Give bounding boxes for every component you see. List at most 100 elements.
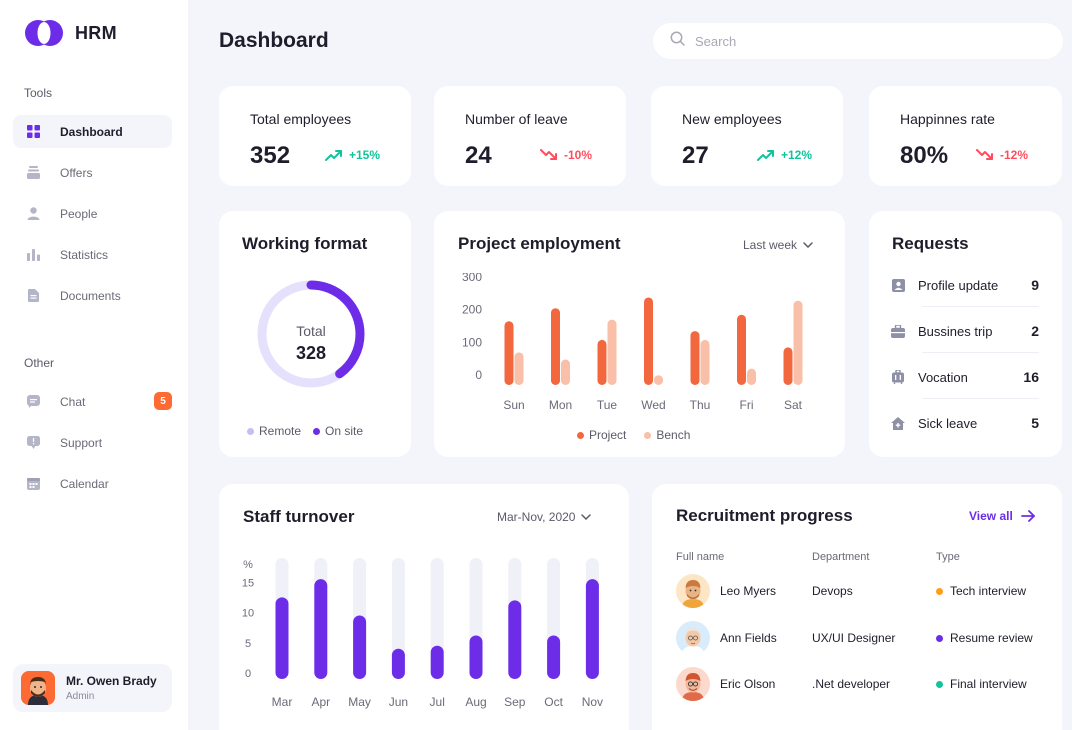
request-row-sick-leave[interactable]: Sick leave 5 — [891, 400, 1039, 446]
kpi-value: 24 — [465, 142, 492, 169]
search-input[interactable] — [695, 33, 1035, 49]
candidate-type-label: Tech interview — [950, 584, 1027, 598]
chevron-down-icon — [803, 242, 813, 248]
request-row-vocation[interactable]: Vocation 16 — [891, 354, 1039, 400]
trend-down-icon — [976, 149, 993, 160]
kpi-value: 80% — [900, 142, 949, 169]
layers-icon — [26, 166, 40, 180]
user-icon — [26, 207, 40, 221]
kpi-label: Happinnes rate — [900, 111, 995, 127]
briefcase-icon — [891, 324, 905, 338]
legend-item-project: Project — [577, 428, 626, 442]
donut-total: 328 — [296, 343, 326, 363]
user-name: Mr. Owen Brady — [66, 674, 157, 688]
kpi-delta: +15% — [325, 148, 380, 162]
search-bar[interactable] — [653, 23, 1063, 59]
requests-card: Requests Profile update 9 Bussines trip … — [869, 211, 1062, 457]
status-dot — [936, 587, 943, 595]
view-all-link[interactable]: View all — [969, 509, 1036, 523]
request-row-profile-update[interactable]: Profile update 9 — [891, 262, 1039, 308]
bar-oct — [547, 635, 561, 679]
id-card-icon — [891, 278, 905, 292]
legend-label: Remote — [259, 424, 302, 438]
project-employment-chart: 0 100 200 300 Sun Mon Tue Wed Thu Fri Sat — [462, 273, 803, 412]
table-row[interactable]: Leo Myers Devops Tech interview — [676, 574, 1046, 608]
y-tick-label: 300 — [462, 273, 482, 284]
y-tick-label: 0 — [475, 368, 482, 382]
kpi-value: 352 — [250, 142, 291, 169]
kpi-label: Number of leave — [465, 111, 568, 127]
kpi-delta: +12% — [757, 148, 812, 162]
project-employment-legend: Project Bench — [577, 428, 690, 442]
search-icon — [670, 31, 685, 51]
x-tick-label: Oct — [544, 695, 563, 709]
working-format-legend: Remote On site — [247, 424, 363, 438]
legend-dot — [313, 427, 321, 435]
period-dropdown-label: Mar-Nov, 2020 — [497, 510, 576, 524]
chat-unread-badge: 5 — [154, 392, 172, 410]
request-label: Profile update — [918, 277, 999, 293]
hrm-logo-icon — [23, 18, 65, 48]
staff-turnover-chart: % 0 5 10 15 Mar Apr May Jun Jul Aug Sep Oct Nov — [242, 558, 603, 709]
other-section-label: Other — [24, 356, 55, 370]
trend-up-icon — [325, 150, 342, 161]
candidate-type-label: Resume review — [950, 631, 1033, 645]
sidebar-item-documents[interactable]: Documents — [13, 279, 172, 312]
bar-bench-fri — [747, 368, 756, 385]
request-count: 9 — [1031, 277, 1039, 293]
candidate-type: Tech interview — [936, 584, 1026, 598]
table-row[interactable]: Eric Olson .Net developer Final intervie… — [676, 667, 1046, 701]
legend-item-remote: Remote — [247, 424, 301, 438]
bar-apr — [314, 579, 328, 679]
sidebar-item-statistics[interactable]: Statistics — [13, 238, 172, 271]
calendar-icon — [26, 477, 40, 491]
view-all-label: View all — [969, 509, 1013, 523]
bar-bench-mon — [561, 359, 570, 385]
x-tick-label: Mar — [272, 695, 293, 709]
card-title: Working format — [242, 234, 368, 253]
sidebar-item-dashboard[interactable]: Dashboard — [13, 115, 172, 148]
avatar — [676, 621, 710, 655]
bar-may — [353, 615, 367, 679]
legend-label: Bench — [656, 428, 691, 442]
sidebar-item-people[interactable]: People — [13, 197, 172, 230]
bar-project-wed — [644, 297, 653, 385]
sidebar-item-calendar[interactable]: Calendar — [13, 467, 172, 500]
home-icon — [891, 416, 905, 430]
x-tick-label: Sat — [784, 398, 803, 412]
y-tick-label: 15 — [242, 577, 254, 589]
bar-project-thu — [690, 331, 700, 385]
kpi-delta: -12% — [976, 148, 1028, 162]
bar-chart-icon — [26, 248, 40, 262]
sidebar-item-label: Offers — [60, 165, 93, 180]
request-label: Sick leave — [918, 415, 978, 431]
request-row-business-trip[interactable]: Bussines trip 2 — [891, 308, 1039, 354]
sidebar-item-label: Chat — [60, 394, 86, 409]
request-count: 5 — [1031, 415, 1039, 431]
period-dropdown[interactable]: Last week — [743, 238, 813, 252]
bar-nov — [585, 579, 599, 679]
table-row[interactable]: Ann Fields UX/UI Designer Resume review — [676, 621, 1046, 655]
kpi-delta-text: -12% — [1000, 148, 1029, 162]
kpi-value: 27 — [682, 142, 709, 169]
kpi-delta-text: +12% — [781, 148, 813, 162]
sidebar-item-support[interactable]: Support — [13, 426, 172, 459]
bar-project-fri — [737, 314, 746, 385]
period-dropdown[interactable]: Mar-Nov, 2020 — [497, 510, 592, 524]
candidate-name: Ann Fields — [720, 631, 777, 645]
sidebar-item-offers[interactable]: Offers — [13, 156, 172, 189]
user-profile-card[interactable]: Mr. Owen Brady Admin — [13, 664, 172, 712]
avatar — [676, 667, 710, 701]
candidate-type: Final interview — [936, 677, 1027, 691]
legend-item-bench: Bench — [644, 428, 690, 442]
working-format-card: Working format Total 328 Remote On site — [219, 211, 411, 457]
x-tick-label: Fri — [740, 398, 754, 412]
x-tick-label: Jun — [389, 695, 408, 709]
sidebar-item-chat[interactable]: Chat 5 — [13, 385, 172, 418]
recruitment-progress-card: Recruitment progress View all Full name … — [652, 484, 1062, 730]
tools-section-label: Tools — [24, 86, 53, 100]
legend-dot — [577, 431, 584, 439]
app-logo[interactable]: HRM — [23, 18, 117, 48]
bar-aug — [469, 635, 483, 679]
chat-icon — [26, 395, 40, 409]
